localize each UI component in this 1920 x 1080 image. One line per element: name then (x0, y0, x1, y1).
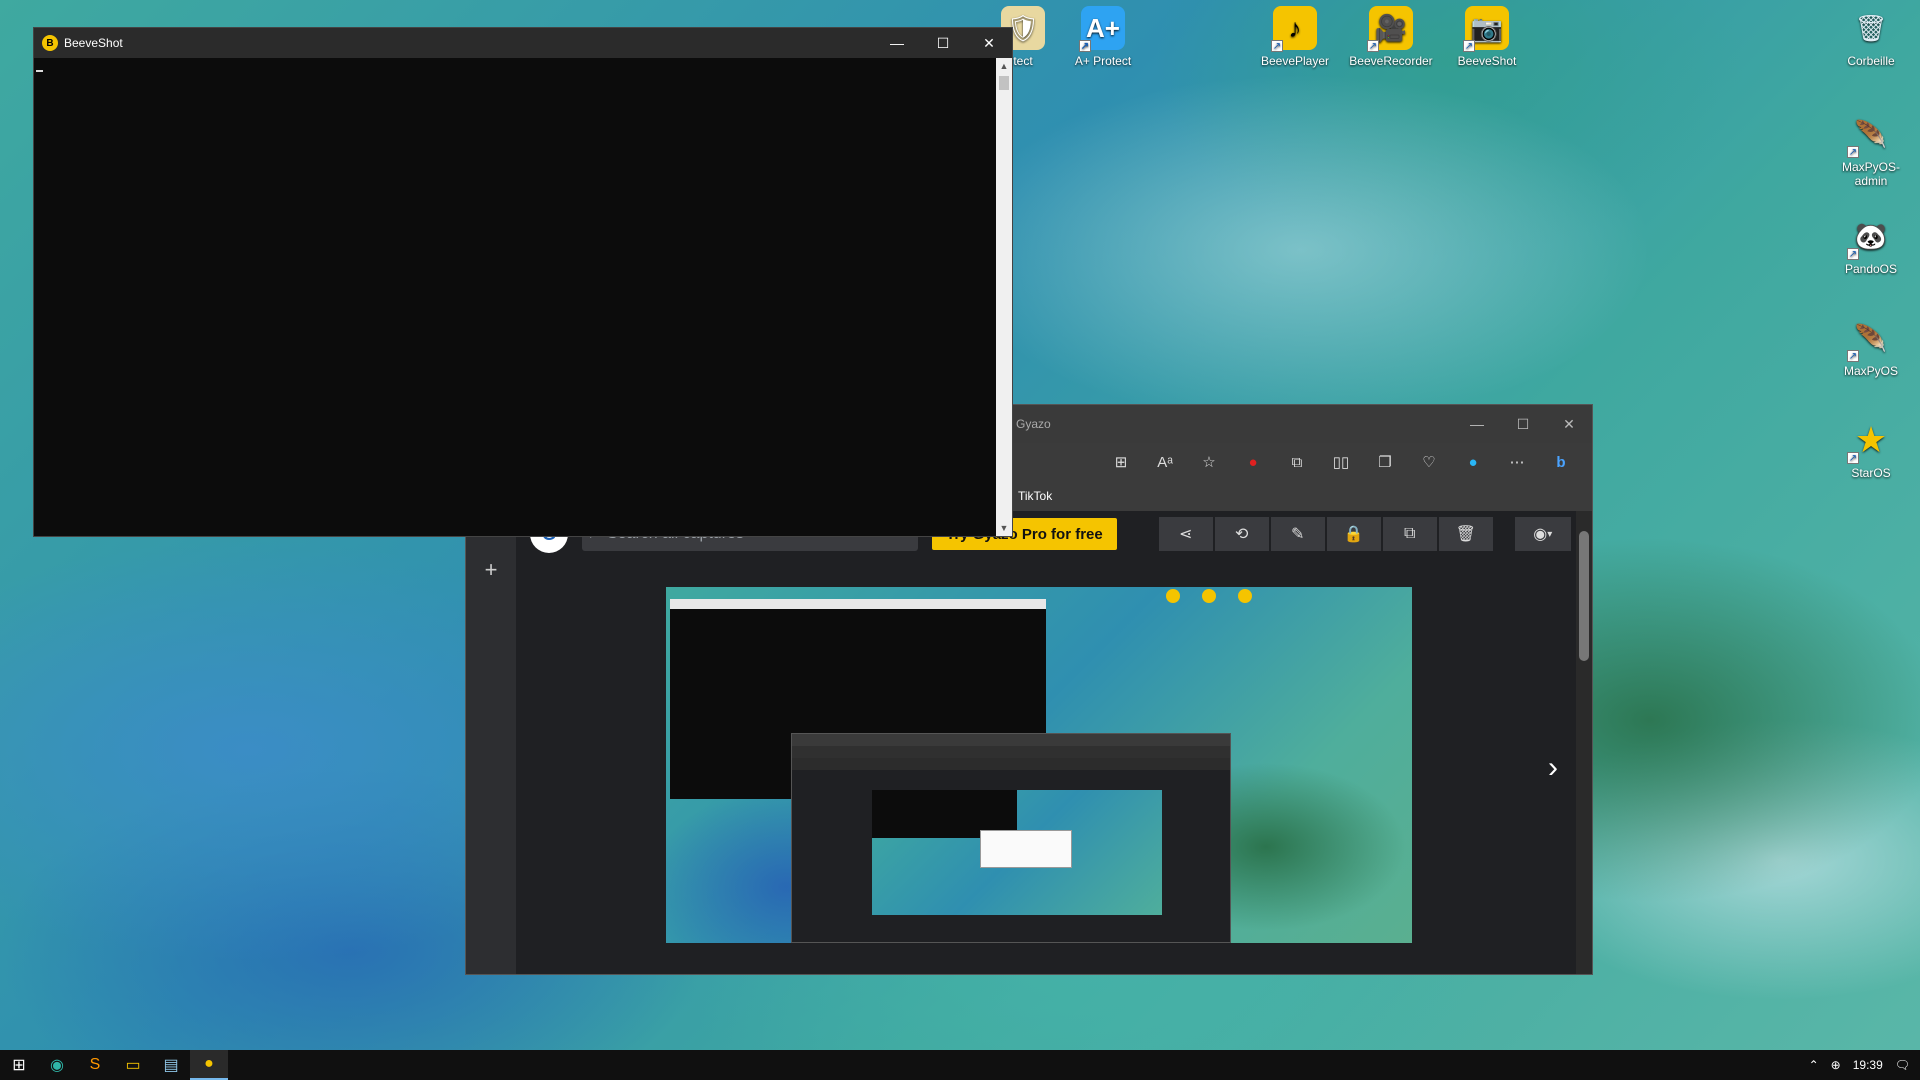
gyazo-sidebar: ▣ + (466, 511, 516, 974)
minimize-button[interactable]: — (874, 28, 920, 58)
extensions-icon[interactable]: ⧉ (1282, 447, 1312, 477)
collection-icon[interactable]: ⟲ (1214, 517, 1269, 551)
close-button[interactable]: ✕ (966, 28, 1012, 58)
profile-circle-icon[interactable]: ● (1458, 447, 1488, 477)
preview-desktop-icon (1166, 589, 1180, 603)
maxpyos-admin-icon: 🪶 ↗ (1847, 118, 1888, 158)
desktop-icon-pandoos[interactable]: 🐼 ↗ PandoOS (1826, 210, 1916, 277)
lock-icon[interactable]: 🔒 (1326, 517, 1381, 551)
preview-browser-window (791, 733, 1231, 943)
desktop-icon-label: PandoOS (1844, 262, 1898, 276)
minimize-button[interactable]: — (1454, 405, 1500, 443)
scroll-down-icon[interactable]: ▼ (996, 520, 1012, 536)
pandoos-icon: 🐼 ↗ (1847, 220, 1888, 260)
console-output[interactable] (34, 58, 996, 536)
browser-essentials-icon[interactable]: ♡ (1414, 447, 1444, 477)
desktop-icon-label: BeevePlayer (1260, 54, 1330, 68)
edit-icon[interactable]: ✎ (1270, 517, 1325, 551)
user-menu-button[interactable]: ◉ ▾ (1514, 517, 1571, 551)
preview-nested-capture (872, 790, 1162, 915)
add-icon[interactable]: + (485, 557, 498, 583)
desktop-icon-maxpyos[interactable]: 🪶 ↗ MaxPyOS (1826, 312, 1916, 379)
maximize-button[interactable]: ☐ (920, 28, 966, 58)
apps-icon[interactable]: ⊞ (1106, 447, 1136, 477)
file-explorer-icon[interactable]: ▭ (114, 1050, 152, 1080)
sublime-icon[interactable]: S (76, 1050, 114, 1080)
beeveshot-icon: 📷 ↗ (1463, 6, 1509, 52)
desktop-icon-a-plus-protect[interactable]: A+ ↗ A+ Protect (1058, 2, 1148, 68)
beeveplayer-icon: ♪ ↗ (1271, 6, 1317, 52)
maxpyos-icon: 🪶 ↗ (1847, 322, 1888, 362)
close-button[interactable]: ✕ (1546, 405, 1592, 443)
desktop-icon-label: A+ Protect (1074, 54, 1132, 68)
edge-icon[interactable]: ◉ (38, 1050, 76, 1080)
network-icon[interactable]: ⊕ (1831, 1058, 1841, 1072)
next-capture-arrow[interactable]: › (1548, 751, 1558, 785)
text-cursor (36, 70, 43, 72)
chevron-down-icon: ▾ (1547, 528, 1553, 540)
desktop-icon-label: Corbeille (1847, 54, 1895, 68)
collections-icon[interactable]: ❐ (1370, 447, 1400, 477)
preview-desktop-icon (1238, 589, 1252, 603)
gyazo-scrollbar[interactable] (1576, 511, 1592, 974)
bookmark-tiktok[interactable]: TikTok (1018, 489, 1052, 503)
desktop-icon-beeverecorder[interactable]: 🎥 ↗ BeeveRecorder (1346, 2, 1436, 68)
desktop-icon-maxpyos-admin[interactable]: 🪶 ↗ MaxPyOS-admin (1826, 108, 1916, 189)
bing-icon[interactable]: b (1546, 447, 1576, 477)
desktop-icon-label: StarOS (1851, 466, 1891, 480)
desktop-icon-staros[interactable]: ★ ↗ StarOS (1826, 414, 1916, 480)
taskbar: ⊞ ◉ S ▭ ▤ ● ⌃ ⊕ 19:39 🗨 (0, 1050, 1920, 1080)
start-button[interactable]: ⊞ (0, 1050, 38, 1080)
beeveshot-app-icon: B (42, 35, 58, 51)
more-icon[interactable]: ⋯ (1502, 447, 1532, 477)
recycle-bin-icon: 🗑 (1854, 12, 1888, 43)
desktop-icon-beeveplayer[interactable]: ♪ ↗ BeevePlayer (1250, 2, 1340, 68)
share-icon[interactable]: ⋖ (1158, 517, 1213, 551)
capture-actions: ⋖ ⟲ ✎ 🔒 ⧉ 🗑 (1158, 517, 1493, 551)
gyazo-app: ▣ + G ⌕ Search all captures Try Gyazo Pr… (466, 511, 1592, 974)
window-title: Gyazo (1016, 417, 1051, 431)
preview-desktop-icon (1202, 589, 1216, 603)
capture-preview-image[interactable] (666, 587, 1412, 943)
window-title: BeeveShot (64, 36, 123, 50)
favorite-star-icon[interactable]: ☆ (1194, 447, 1224, 477)
desktop-icon-beeveshot[interactable]: 📷 ↗ BeeveShot (1442, 2, 1532, 68)
delete-icon[interactable]: 🗑 (1438, 517, 1493, 551)
gyazo-main: G ⌕ Search all captures Try Gyazo Pro fo… (516, 511, 1576, 974)
beeverecorder-icon: 🎥 ↗ (1367, 6, 1413, 52)
desktop-icon-label: MaxPyOS-admin (1841, 160, 1900, 188)
beeveshot-titlebar[interactable]: B BeeveShot — ☐ ✕ (34, 28, 1012, 58)
read-aloud-icon[interactable]: Aᵃ (1150, 447, 1180, 477)
beeveshot-taskbar-icon[interactable]: ● (190, 1050, 228, 1080)
desktop-icon-label: BeeveShot (1457, 54, 1517, 68)
tray-overflow-icon[interactable]: ⌃ (1809, 1058, 1819, 1072)
staros-icon: ★ ↗ (1847, 419, 1888, 464)
beeveshot-console-window: B BeeveShot — ☐ ✕ ▲ ▼ (33, 27, 1013, 537)
notepad-icon[interactable]: ▤ (152, 1050, 190, 1080)
copy-icon[interactable]: ⧉ (1382, 517, 1437, 551)
console-scrollbar[interactable]: ▲ ▼ (996, 58, 1012, 536)
desktop-icon-corbeille[interactable]: 🗑 Corbeille (1826, 2, 1916, 69)
user-avatar-icon: ◉ (1533, 526, 1548, 543)
notification-icon[interactable]: 🗨 (1895, 1058, 1910, 1072)
maximize-button[interactable]: ☐ (1500, 405, 1546, 443)
scroll-up-icon[interactable]: ▲ (996, 58, 1012, 74)
extension-red-icon[interactable]: ● (1238, 447, 1268, 477)
desktop-icon-label: BeeveRecorder (1349, 54, 1433, 68)
clock[interactable]: 19:39 (1853, 1058, 1883, 1072)
a-plus-protect-icon: A+ ↗ (1079, 6, 1125, 52)
desktop-icon-label: MaxPyOS (1843, 364, 1898, 378)
system-tray: ⌃ ⊕ 19:39 🗨 (1809, 1058, 1920, 1072)
split-screen-icon[interactable]: ▯▯ (1326, 447, 1356, 477)
